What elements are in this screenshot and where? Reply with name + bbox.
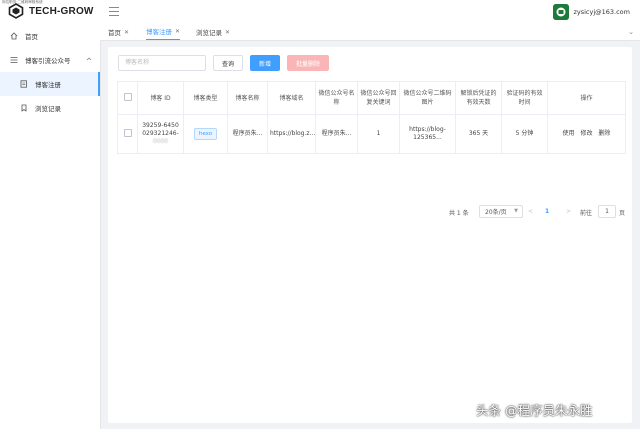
tab-label: 首页 xyxy=(108,29,121,37)
logo-icon xyxy=(8,3,24,19)
table-header-row: 博客 ID 博客类型 博客名称 博客域名 微信公众号名称 微信公众号回复关键词 … xyxy=(117,81,626,115)
sidebar-item-label: 博客引流公众号 xyxy=(25,57,71,65)
doc-icon xyxy=(19,79,29,89)
user-menu[interactable]: zysicyj@163.com xyxy=(553,4,630,20)
brand-name: TECH-GROW xyxy=(29,5,94,17)
page-size-value: 20条/页 xyxy=(485,209,507,216)
sidebar-item-label: 博客注册 xyxy=(35,81,61,89)
chevron-down-icon: ▼ xyxy=(514,208,518,214)
column-header: 微信公众号二维码图片 xyxy=(399,81,456,115)
main-card: 博客名称 查询 新增 批量删除 博客 ID 博客类型 博客名称 博客域名 微信公… xyxy=(108,47,632,423)
column-header: 解锁后凭证的有效天数 xyxy=(455,81,502,115)
sidebar-group-blog-wechat[interactable]: 博客引流公众号 xyxy=(0,48,100,72)
tab-blog-register[interactable]: 博客注册 ✕ xyxy=(146,24,181,40)
column-header: 博客类型 xyxy=(183,81,228,115)
menu-toggle-icon[interactable] xyxy=(109,7,119,17)
blog-id-part: 029321246- xyxy=(142,130,179,137)
pagination: 共 1 条 20条/页 ▼ < 1 > 前往 1 页 xyxy=(108,205,632,219)
cell-qrcode[interactable]: https://blog-125365... xyxy=(399,114,456,154)
sidebar-item-label: 首页 xyxy=(25,33,38,41)
cell-actions: 使用 修改 删除 xyxy=(547,114,626,154)
column-header: 验证码的有效时间 xyxy=(501,81,548,115)
column-header: 博客 ID xyxy=(137,81,184,115)
chevron-down-icon[interactable]: ⌄ xyxy=(628,28,634,36)
tab-browse-history[interactable]: 浏览记录 ✕ xyxy=(196,24,230,40)
watermark: 头条 @程序员朱永胜 xyxy=(476,403,593,418)
tab-home[interactable]: 首页 ✕ xyxy=(108,24,129,40)
column-header: 博客域名 xyxy=(267,81,316,115)
row-checkbox[interactable] xyxy=(117,114,138,154)
blog-table: 博客 ID 博客类型 博客名称 博客域名 微信公众号名称 微信公众号回复关键词 … xyxy=(117,81,626,154)
sidebar: 首页 博客引流公众号 博客注册 浏览记录 xyxy=(0,24,101,429)
current-page[interactable]: 1 xyxy=(545,208,549,215)
blog-id-part: 0000 xyxy=(152,138,169,145)
cell-valid-days: 365 天 xyxy=(455,114,502,154)
close-icon[interactable]: ✕ xyxy=(225,29,230,36)
query-button[interactable]: 查询 xyxy=(213,55,243,71)
delete-button[interactable]: 删除 xyxy=(598,130,610,137)
page-size-select[interactable]: 20条/页 ▼ xyxy=(479,205,523,218)
sidebar-item-blog-register[interactable]: 博客注册 xyxy=(0,72,100,96)
select-all-checkbox[interactable] xyxy=(117,81,138,115)
cell-code-ttl: 5 分钟 xyxy=(501,114,548,154)
cell-wechat-name: 程序员朱... xyxy=(315,114,358,154)
menu-icon xyxy=(9,55,19,65)
home-icon xyxy=(9,31,19,41)
column-header: 操作 xyxy=(547,81,626,115)
column-header: 微信公众号回复关键词 xyxy=(357,81,400,115)
close-icon[interactable]: ✕ xyxy=(124,29,129,36)
cell-blog-type: hexo xyxy=(183,114,228,154)
tab-label: 浏览记录 xyxy=(196,29,222,37)
sidebar-item-home[interactable]: 首页 xyxy=(0,24,100,48)
cell-blog-id: 39259-6450 029321246- 0000 xyxy=(137,114,184,154)
batch-delete-button[interactable]: 批量删除 xyxy=(287,55,329,71)
type-tag: hexo xyxy=(193,128,218,140)
cell-blog-name: 程序员朱... xyxy=(227,114,268,154)
chevron-up-icon xyxy=(86,57,92,61)
next-page-button[interactable]: > xyxy=(566,208,571,215)
cell-keyword: 1 xyxy=(357,114,400,154)
goto-label: 前往 xyxy=(580,210,593,217)
close-icon[interactable]: ✕ xyxy=(175,28,180,35)
goto-page-input[interactable]: 1 xyxy=(598,205,616,218)
blog-id-part: 39259-6450 xyxy=(142,122,179,129)
bookmark-icon xyxy=(19,103,29,113)
tab-label: 博客注册 xyxy=(146,28,172,37)
avatar xyxy=(553,4,570,20)
column-header: 微信公众号名称 xyxy=(315,81,358,115)
top-bar: 岗位职务·二维码审核系统 TECH-GROW zysicyj@163.com xyxy=(0,0,640,25)
edit-button[interactable]: 修改 xyxy=(580,130,592,137)
sidebar-item-browse-history[interactable]: 浏览记录 xyxy=(0,96,100,120)
search-input[interactable]: 博客名称 xyxy=(118,55,206,71)
prev-page-button[interactable]: < xyxy=(528,208,533,215)
table-row: 39259-6450 029321246- 0000 hexo 程序员朱... … xyxy=(117,114,626,154)
add-button[interactable]: 新增 xyxy=(250,55,280,71)
use-button[interactable]: 使用 xyxy=(563,130,575,137)
user-email: zysicyj@163.com xyxy=(573,8,630,16)
tab-bar: 首页 ✕ 博客注册 ✕ 浏览记录 ✕ ⌄ xyxy=(100,24,640,41)
cell-blog-domain[interactable]: https://blog.z... xyxy=(267,114,316,154)
column-header: 博客名称 xyxy=(227,81,268,115)
sidebar-item-label: 浏览记录 xyxy=(35,105,61,113)
total-count: 共 1 条 xyxy=(449,210,469,217)
brand-logo[interactable]: TECH-GROW xyxy=(8,3,94,19)
page-suffix: 页 xyxy=(619,210,626,217)
